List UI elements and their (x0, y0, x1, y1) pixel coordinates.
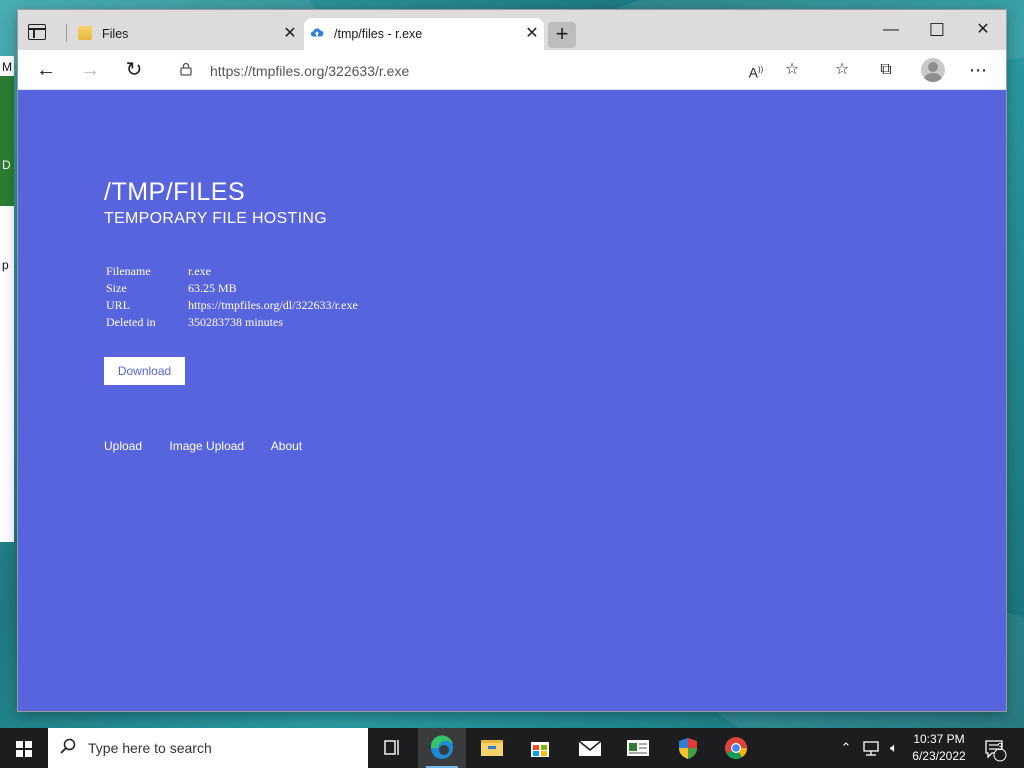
background-text-3: p (2, 258, 9, 272)
address-bar[interactable]: https://tmpfiles.org/322633/r.exe (168, 54, 808, 86)
page-content: /TMP/FILES TEMPORARY FILE HOSTING Filena… (18, 90, 1006, 711)
tab-files[interactable]: Files ✕ (72, 18, 302, 50)
address-toolbar: ← → ↻ https://tmpfiles.org/322633/r.exe … (18, 50, 1006, 90)
system-clock[interactable]: 10:37 PM 6/23/2022 (900, 731, 978, 765)
close-window-button[interactable]: ✕ (960, 10, 1006, 50)
search-icon (60, 738, 76, 754)
file-info-table: Filename r.exe Size 63.25 MB URL https:/… (104, 263, 360, 331)
browser-window: Files ✕ /tmp/files - r.exe ✕ + — ☐ ✕ ← →… (18, 10, 1006, 711)
deleted-in-label: Deleted in (106, 315, 156, 329)
tab-title: Files (102, 27, 129, 41)
maximize-button[interactable]: ☐ (914, 10, 960, 50)
file-explorer-icon[interactable] (468, 728, 516, 768)
refresh-icon[interactable]: ↻ (118, 54, 150, 86)
edge-browser-icon[interactable] (418, 728, 466, 768)
background-text-1: M (2, 60, 12, 74)
tab-strip: Files ✕ /tmp/files - r.exe ✕ + — ☐ ✕ (18, 10, 1006, 50)
collections-icon[interactable]: ⧉ (872, 56, 900, 84)
filename-value: r.exe (188, 264, 211, 278)
forward-arrow-icon[interactable]: → (74, 54, 106, 86)
taskbar-search-box[interactable]: Type here to search (48, 728, 368, 768)
download-button[interactable]: Download (104, 357, 185, 385)
read-aloud-icon[interactable]: A)) (742, 56, 770, 84)
page-title: /TMP/FILES (104, 178, 246, 206)
close-tab-icon[interactable]: ✕ (280, 24, 300, 44)
tab-divider (66, 24, 67, 42)
clock-time: 10:37 PM (913, 732, 965, 746)
more-options-icon[interactable]: ⋯ (964, 56, 992, 84)
folder-icon (78, 26, 92, 40)
image-upload-link[interactable]: Image Upload (169, 439, 244, 453)
cloud-upload-icon (310, 28, 324, 37)
tab-actions-icon[interactable] (28, 24, 46, 40)
network-icon[interactable] (860, 728, 882, 768)
background-text-2: D (2, 158, 11, 172)
tab-tmpfiles[interactable]: /tmp/files - r.exe ✕ (304, 18, 544, 50)
upload-link[interactable]: Upload (104, 439, 142, 453)
windows-start-icon[interactable] (0, 728, 48, 768)
news-app-icon[interactable] (614, 728, 662, 768)
new-tab-button[interactable]: + (548, 22, 576, 48)
deleted-in-value: 350283738 minutes (188, 315, 283, 329)
security-shield-icon[interactable] (664, 728, 712, 768)
taskbar: Type here to search ⌃ 🔈︎ 10:37 PM 6/23/2… (0, 728, 1024, 768)
url-value: https://tmpfiles.org/dl/322633/r.exe (188, 298, 358, 312)
table-row: Deleted in 350283738 minutes (104, 314, 360, 331)
close-tab-icon[interactable]: ✕ (522, 24, 542, 44)
about-link[interactable]: About (271, 439, 302, 453)
lock-icon[interactable] (180, 62, 192, 76)
tab-title: /tmp/files - r.exe (334, 27, 423, 41)
minimize-button[interactable]: — (868, 10, 914, 50)
size-label: Size (106, 281, 127, 295)
favorites-icon[interactable]: ☆ (828, 56, 856, 84)
mail-icon[interactable] (566, 728, 614, 768)
url-label: URL (106, 298, 130, 312)
table-row: Filename r.exe (104, 263, 360, 280)
chrome-browser-icon[interactable] (712, 728, 760, 768)
clock-date: 6/23/2022 (912, 749, 966, 763)
search-placeholder: Type here to search (88, 740, 212, 756)
task-view-icon[interactable] (368, 728, 416, 768)
back-arrow-icon[interactable]: ← (30, 54, 62, 86)
page-subtitle: TEMPORARY FILE HOSTING (104, 210, 327, 227)
show-hidden-icons-chevron[interactable]: ⌃ (836, 728, 856, 768)
profile-avatar-icon[interactable] (921, 58, 945, 82)
table-row: Size 63.25 MB (104, 280, 360, 297)
notifications-button[interactable]: 3 (980, 728, 1010, 768)
background-window-sidebar (0, 76, 14, 206)
table-row: URL https://tmpfiles.org/dl/322633/r.exe (104, 297, 360, 314)
filename-label: Filename (106, 264, 151, 278)
size-value: 63.25 MB (188, 281, 237, 295)
notification-count-badge: 3 (997, 742, 1003, 753)
footer-links: Upload Image Upload About (104, 439, 326, 453)
url-text[interactable]: https://tmpfiles.org/322633/r.exe (210, 63, 409, 79)
microsoft-store-icon[interactable] (516, 728, 564, 768)
add-favorite-icon[interactable]: ☆ (778, 56, 806, 84)
